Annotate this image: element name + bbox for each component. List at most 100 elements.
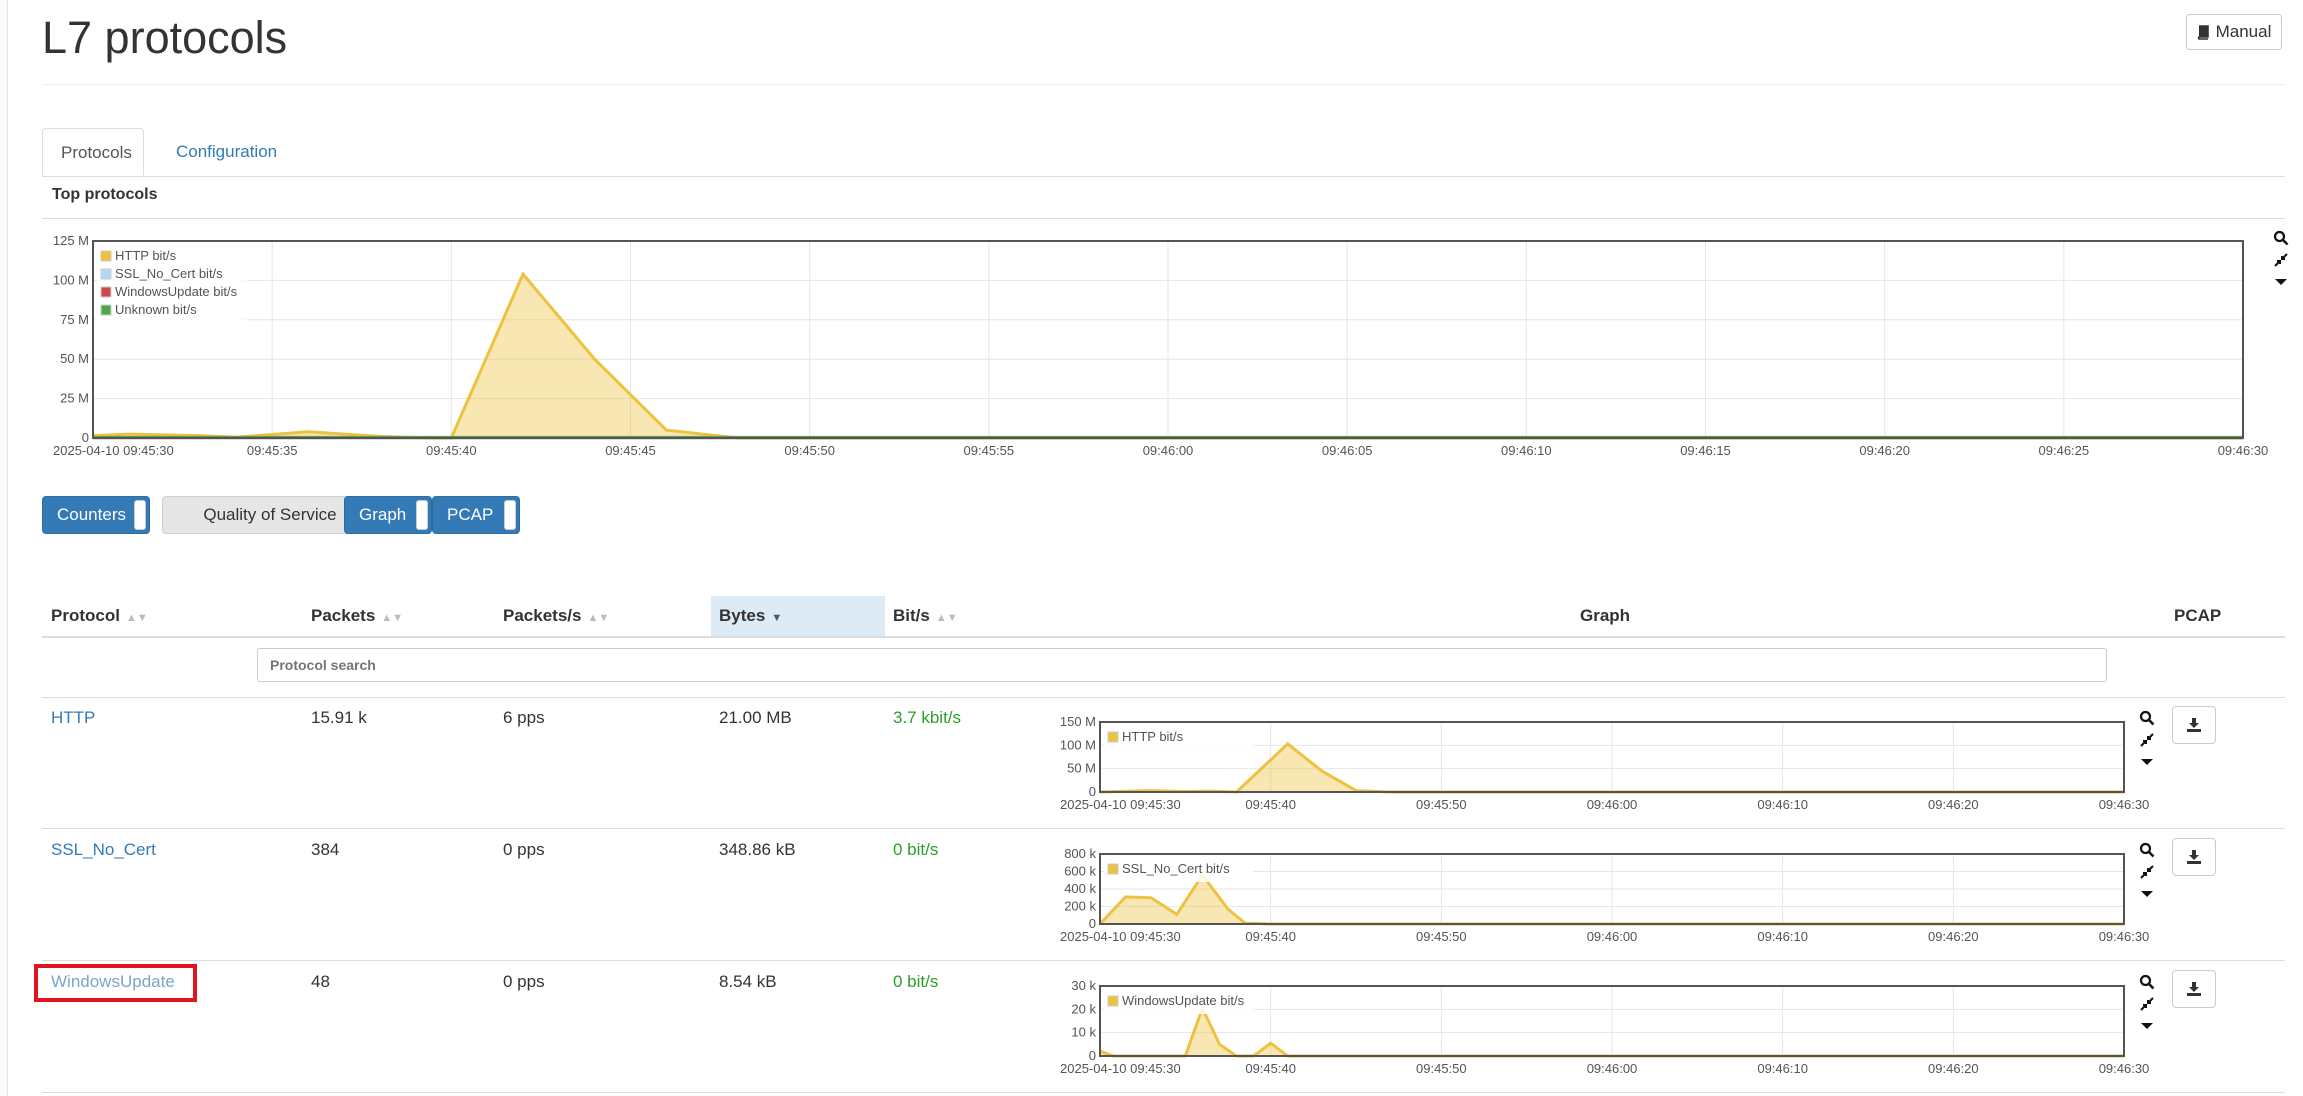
graph-toggle[interactable]: Graph <box>344 496 432 534</box>
toggle-knob <box>416 500 428 530</box>
col-packets-s[interactable]: Packets/s ▲▼ <box>503 596 609 636</box>
table-row: SSL_No_Cert <box>51 840 156 860</box>
tab-configuration[interactable]: Configuration <box>164 128 289 176</box>
y-tick-label: 600 k <box>1064 864 1096 879</box>
x-tick-label: 09:45:50 <box>1416 1061 1467 1076</box>
row-divider <box>42 828 2285 829</box>
row-divider <box>42 1092 2285 1093</box>
manual-button[interactable]: Manual <box>2186 14 2282 50</box>
sort-icon: ▲▼ <box>587 612 610 624</box>
caret-down-icon[interactable] <box>2137 1016 2157 1036</box>
caret-down-icon[interactable] <box>2137 752 2157 772</box>
download-icon <box>2187 850 2201 864</box>
windowsupdate-graph[interactable]: 010 k20 k30 k2025-04-10 09:45:30 09:45:40… <box>1040 974 2150 1078</box>
counters-label: Counters <box>57 505 126 524</box>
x-tick-label: 09:45:50 <box>784 443 835 458</box>
x-tick-label: 09:45:50 <box>1416 929 1467 944</box>
col-pcap: PCAP <box>2174 606 2222 625</box>
legend-label: WindowsUpdate bit/s <box>115 284 238 299</box>
caret-down-icon[interactable] <box>2137 884 2157 904</box>
tab-protocols[interactable]: Protocols <box>42 128 144 176</box>
x-tick-label: 09:46:20 <box>1859 443 1910 458</box>
search-icon[interactable] <box>2137 840 2157 860</box>
x-tick-label: 09:46:00 <box>1143 443 1194 458</box>
x-tick-label: 09:45:40 <box>1245 1061 1296 1076</box>
protocol-search-input[interactable] <box>257 648 2107 682</box>
x-tick-label: 2025-04-10 09:45:30 <box>1060 1061 1181 1076</box>
x-tick-label: 2025-04-10 09:45:30 <box>1060 797 1181 812</box>
y-tick-label: 20 k <box>1071 1001 1096 1016</box>
top-protocols-chart[interactable]: 025 M50 M75 M100 M125 M2025-04-10 09:45:… <box>40 230 2280 466</box>
col-bits-s-label: Bit/s <box>893 606 930 625</box>
table-header-divider <box>42 636 2285 638</box>
download-pcap-button[interactable] <box>2172 838 2216 876</box>
y-tick-label: 50 M <box>60 351 89 366</box>
y-tick-label: 125 M <box>53 233 89 248</box>
sort-icon: ▲▼ <box>935 612 958 624</box>
compress-icon[interactable] <box>2137 730 2157 750</box>
legend-label: SSL_No_Cert bit/s <box>115 266 223 281</box>
x-tick-label: 09:45:55 <box>964 443 1015 458</box>
col-bytes[interactable]: Bytes ▼ <box>711 596 885 636</box>
download-icon <box>2187 982 2201 996</box>
x-tick-label: 09:45:50 <box>1416 797 1467 812</box>
row-graph-tools <box>2136 840 2158 904</box>
col-packets[interactable]: Packets ▲▼ <box>311 596 403 636</box>
counters-toggle[interactable]: Counters <box>42 496 150 534</box>
search-icon[interactable] <box>2137 972 2157 992</box>
download-pcap-button[interactable] <box>2172 706 2216 744</box>
packets-cell: 48 <box>311 972 330 991</box>
y-tick-label: 200 k <box>1064 899 1096 914</box>
qos-label: Quality of Service <box>203 505 337 524</box>
x-tick-label: 09:45:40 <box>1245 929 1296 944</box>
y-tick-label: 25 M <box>60 391 89 406</box>
x-tick-label: 09:46:25 <box>2039 443 2090 458</box>
download-pcap-button[interactable] <box>2172 970 2216 1008</box>
search-icon[interactable] <box>2137 708 2157 728</box>
compress-icon[interactable] <box>2271 250 2291 270</box>
packets-cell: 384 <box>311 840 340 859</box>
x-tick-label: 09:46:20 <box>1928 929 1979 944</box>
http-graph[interactable]: 050 M100 M150 M2025-04-10 09:45:30 09:45:… <box>1040 710 2150 814</box>
search-icon[interactable] <box>2271 228 2291 248</box>
y-tick-label: 100 M <box>53 272 89 287</box>
pcap-label: PCAP <box>447 505 494 524</box>
legend-label: WindowsUpdate bit/s <box>1122 993 1245 1008</box>
col-protocol[interactable]: Protocol ▲▼ <box>51 596 148 636</box>
x-tick-label: 09:46:20 <box>1928 1061 1979 1076</box>
table-row: HTTP <box>51 708 95 728</box>
y-tick-label: 75 M <box>60 312 89 327</box>
legend-label: SSL_No_Cert bit/s <box>1122 861 1230 876</box>
bits-s-cell: 3.7 kbit/s <box>893 708 962 727</box>
legend-swatch <box>1107 995 1119 1007</box>
legend-label: Unknown bit/s <box>115 302 197 317</box>
compress-icon[interactable] <box>2137 994 2157 1014</box>
section-divider <box>42 218 2285 219</box>
x-tick-label: 09:45:35 <box>247 443 298 458</box>
x-tick-label: 09:45:40 <box>1245 797 1296 812</box>
ssl-no-cert-graph[interactable]: 0200 k400 k600 k800 k2025-04-10 09:45:30… <box>1040 842 2150 946</box>
search-divider <box>42 697 2285 698</box>
pcap-toggle[interactable]: PCAP <box>432 496 520 534</box>
row-graph-tools <box>2136 972 2158 1036</box>
selection-highlight <box>34 964 197 1002</box>
col-graph: Graph <box>1580 606 1631 625</box>
x-tick-label: 09:45:45 <box>605 443 656 458</box>
protocol-link-ssl-no-cert[interactable]: SSL_No_Cert <box>51 840 156 859</box>
left-gutter <box>0 0 8 1096</box>
protocol-link-http[interactable]: HTTP <box>51 708 95 727</box>
y-tick-label: 150 M <box>1060 714 1096 729</box>
legend-swatch <box>100 268 112 280</box>
row-graph-tools <box>2136 708 2158 772</box>
x-tick-label: 09:46:00 <box>1587 929 1638 944</box>
col-bits-s[interactable]: Bit/s ▲▼ <box>893 596 958 636</box>
x-tick-label: 09:46:05 <box>1322 443 1373 458</box>
x-tick-label: 2025-04-10 09:45:30 <box>1060 929 1181 944</box>
caret-down-icon[interactable] <box>2271 272 2291 292</box>
bytes-cell: 8.54 kB <box>719 972 777 991</box>
x-tick-label: 09:46:00 <box>1587 1061 1638 1076</box>
x-tick-label: 09:46:00 <box>1587 797 1638 812</box>
book-icon <box>2197 24 2209 40</box>
compress-icon[interactable] <box>2137 862 2157 882</box>
col-protocol-label: Protocol <box>51 606 120 625</box>
